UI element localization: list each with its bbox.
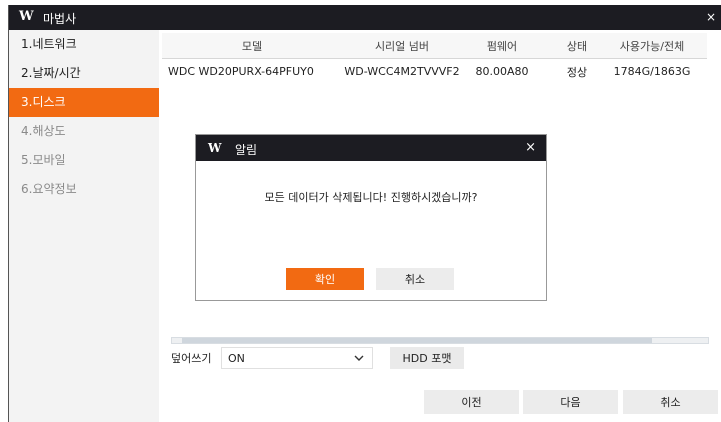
sidebar-item-label: 2.날짜/시간: [21, 66, 81, 80]
horizontal-scrollbar[interactable]: [171, 337, 709, 344]
overwrite-label: 덮어쓰기: [171, 352, 212, 365]
prev-button[interactable]: 이전: [424, 390, 519, 414]
sidebar-item-mobile[interactable]: 5.모바일: [9, 146, 159, 175]
cell-model: WDC WD20PURX-64PFUY0: [168, 65, 314, 78]
sidebar-item-network[interactable]: 1.네트워크: [9, 30, 159, 59]
dialog-cancel-button[interactable]: 취소: [376, 268, 454, 290]
sidebar-item-datetime[interactable]: 2.날짜/시간: [9, 59, 159, 88]
column-header-firmware: 펌웨어: [486, 39, 518, 53]
column-header-capacity: 사용가능/전체: [619, 39, 685, 53]
sidebar-item-resolution[interactable]: 4.해상도: [9, 117, 159, 146]
cell-serial: WD-WCC4M2TVVVF2: [344, 65, 460, 78]
title-bar: W 마법사 ×: [9, 5, 721, 30]
table-header: 모델 시리얼 넘버 펌웨어 상태 사용가능/전체: [162, 33, 707, 59]
cancel-button[interactable]: 취소: [623, 390, 718, 414]
dialog-ok-button[interactable]: 확인: [286, 268, 364, 290]
column-header-serial: 시리얼 넘버: [374, 39, 430, 53]
dialog-logo: W: [208, 141, 222, 155]
dialog-close-icon[interactable]: ×: [525, 140, 536, 155]
confirm-dialog: W 알림 × 모든 데이터가 삭제됩니다! 진행하시겠습니까? 확인 취소: [195, 134, 547, 301]
cell-status: 정상: [566, 65, 588, 79]
column-header-status: 상태: [566, 39, 588, 53]
sidebar-item-label: 3.디스크: [21, 95, 66, 109]
dialog-title-bar: W 알림 ×: [196, 135, 546, 161]
sidebar-item-label: 6.요약정보: [21, 182, 77, 196]
sidebar-item-summary[interactable]: 6.요약정보: [9, 175, 159, 204]
sidebar-item-label: 4.해상도: [21, 124, 66, 138]
sidebar-item-label: 1.네트워크: [21, 37, 77, 51]
app-logo: W: [19, 9, 34, 24]
close-icon[interactable]: ×: [706, 10, 716, 24]
cell-capacity: 1784G/1863G: [613, 65, 691, 78]
scrollbar-thumb[interactable]: [182, 338, 652, 343]
sidebar-item-disk[interactable]: 3.디스크: [9, 88, 159, 117]
overwrite-select[interactable]: ON: [221, 347, 373, 369]
column-header-model: 모델: [241, 39, 263, 53]
window-title: 마법사: [43, 12, 77, 26]
next-button[interactable]: 다음: [523, 390, 618, 414]
overwrite-row: 덮어쓰기 ON HDD 포맷: [171, 347, 464, 369]
table-row[interactable]: WDC WD20PURX-64PFUY0 WD-WCC4M2TVVVF2 80.…: [162, 59, 707, 84]
cell-firmware: 80.00A80: [475, 65, 529, 78]
sidebar: 1.네트워크 2.날짜/시간 3.디스크 4.해상도 5.모바일 6.요약정보: [9, 30, 159, 422]
hdd-format-button[interactable]: HDD 포맷: [390, 347, 464, 369]
sidebar-item-label: 5.모바일: [21, 153, 66, 167]
chevron-down-icon: [354, 353, 364, 364]
dialog-title: 알림: [235, 143, 258, 157]
dialog-message: 모든 데이터가 삭제됩니다! 진행하시겠습니까?: [264, 191, 478, 204]
overwrite-value: ON: [228, 351, 245, 365]
